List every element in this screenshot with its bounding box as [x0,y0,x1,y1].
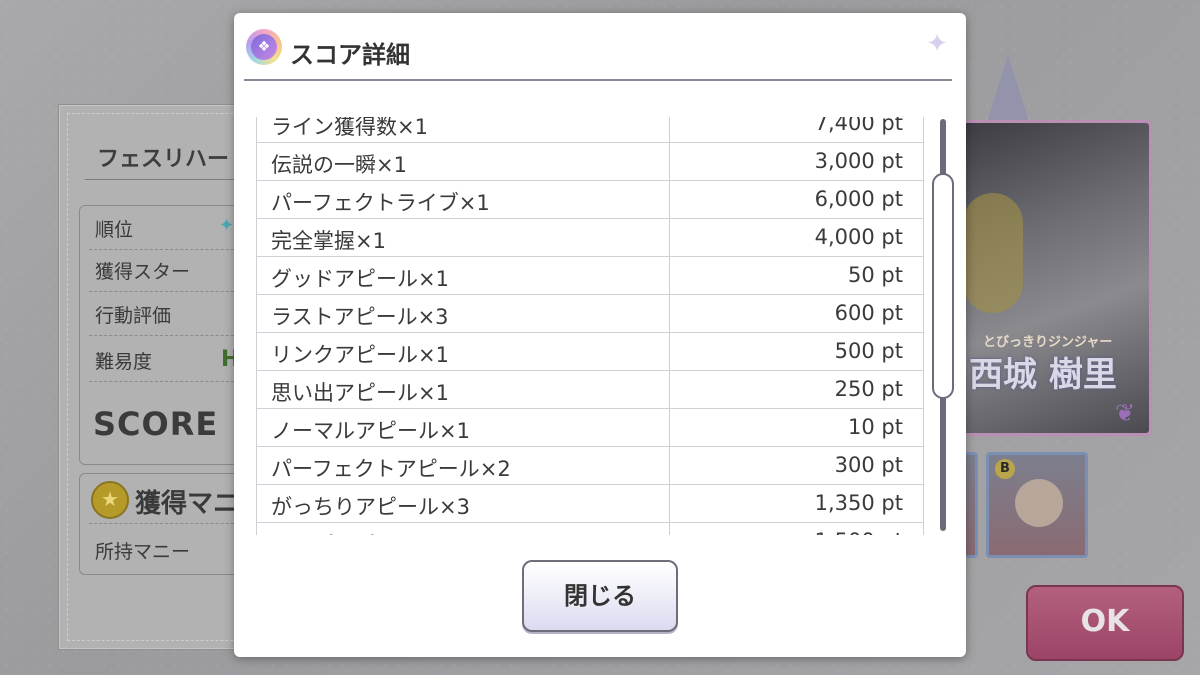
rank-label: 順位 [95,219,134,241]
wing-emblem-icon: ❦ [1115,399,1136,427]
table-row: パーフェクトライブ×1 6,000 pt [256,181,924,219]
money-title: 獲得マニ [135,489,240,519]
sparkle-icon: ✦ [219,215,235,236]
dialog-title: スコア詳細 [290,41,410,69]
table-row: ラストアピール×3 600 pt [256,295,924,333]
score-detail-dialog: ❖ スコア詳細 ✦ ライン獲得数×1 7,400 pt 伝説の一瞬×1 3,000 p… [234,13,966,657]
table-row: ノーマルアピール×1 10 pt [256,409,924,447]
star-coin-icon: ★ [91,481,129,519]
row-value: 1,500 pt [815,529,903,535]
row-value: 10 pt [848,415,903,439]
row-value: 600 pt [834,301,903,325]
row-label: 思い出アピール×1 [271,381,449,405]
result-panel-title: フェスリハー [97,147,230,172]
row-value: 4,000 pt [814,225,903,249]
row-value: 1,350 pt [814,491,903,515]
row-label: ノーマルアピール×1 [271,419,470,443]
action-rating-label: 行動評価 [95,305,172,327]
table-row: ライン獲得数×1 7,400 pt [256,117,924,143]
scrollbar-thumb[interactable] [932,173,954,399]
row-label: 完全掌握×1 [271,229,386,253]
close-button[interactable]: 閉じる [522,560,678,632]
row-value: 3,000 pt [814,149,903,173]
table-row: 完全掌握×1 4,000 pt [256,219,924,257]
row-label: パーフェクトアピール×2 [271,457,511,481]
table-row: 思い出アピール×1 250 pt [256,371,924,409]
idol-card: とびっきりジンジャー 西城 樹里 ❦ [960,120,1152,436]
close-button-label: 閉じる [564,582,636,610]
support-card-b: B [986,452,1088,558]
table-row: がっちりアピール×3 1,350 pt [256,485,924,523]
sparkle-icon: ✦ [926,29,948,59]
stars-label: 獲得スター [95,261,191,283]
row-value: 50 pt [848,263,903,287]
table-row: リンクアピール×1 500 pt [256,333,924,371]
dialog-emblem-icon: ❖ [246,29,282,65]
row-value: 7,400 pt [814,117,903,135]
score-table[interactable]: ライン獲得数×1 7,400 pt 伝説の一瞬×1 3,000 pt パーフェクトライブ… [256,117,924,535]
table-row: トップアピール×3 1,500 pt [256,523,924,535]
row-label: ラストアピール×3 [271,305,449,329]
table-row: パーフェクトアピール×2 300 pt [256,447,924,485]
row-label: がっちりアピール×3 [271,495,470,519]
ok-button[interactable]: OK [1026,585,1184,661]
row-label: リンクアピール×1 [271,343,449,367]
row-label: グッドアピール×1 [271,267,449,291]
row-value: 6,000 pt [814,187,903,211]
table-row: グッドアピール×1 50 pt [256,257,924,295]
row-value: 500 pt [834,339,903,363]
title-divider [244,79,952,81]
row-value: 250 pt [834,377,903,401]
row-label: パーフェクトライブ×1 [271,191,490,215]
rank-badge: B [995,459,1015,479]
idol-face [1015,479,1063,527]
owned-money-label: 所持マニー [95,541,191,563]
score-label: SCORE [93,405,219,443]
card-name: 西城 樹里 [969,355,1117,395]
table-row: 伝説の一瞬×1 3,000 pt [256,143,924,181]
difficulty-label: 難易度 [95,351,153,373]
row-label: ライン獲得数×1 [271,117,428,139]
decorative-spike [986,55,1030,125]
row-label: トップアピール×3 [271,529,449,535]
row-label: 伝説の一瞬×1 [271,153,407,177]
row-value: 300 pt [834,453,903,477]
